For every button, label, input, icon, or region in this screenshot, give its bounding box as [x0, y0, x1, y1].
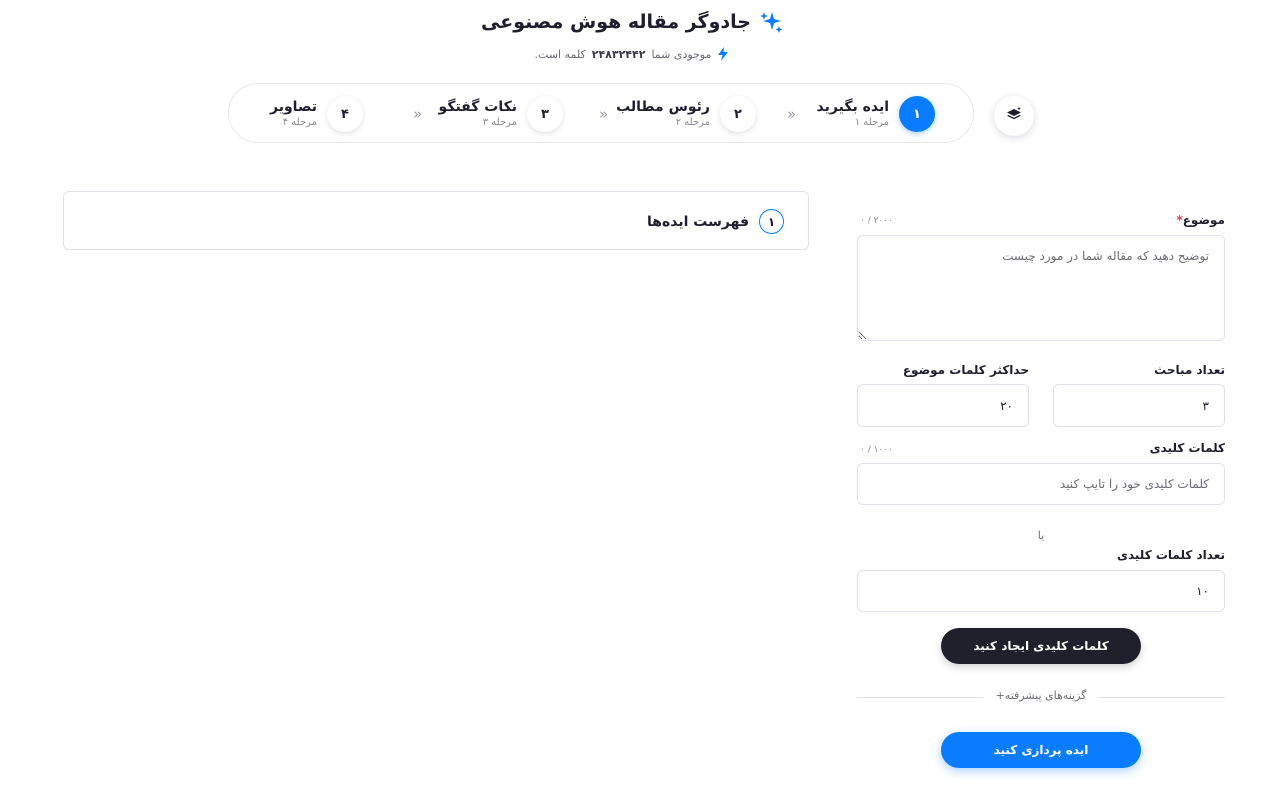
keywords-char-counter: ۰ / ۱۰۰۰	[860, 445, 893, 455]
ideas-list-title: فهرست ایده‌ها	[647, 213, 749, 230]
step-subtitle: مرحله ۴	[282, 117, 317, 128]
step-outline[interactable]: ۲ رئوس مطالب مرحله ۲	[616, 96, 756, 132]
chevron-double-left-icon: »	[599, 105, 609, 123]
topic-label: موضوع*	[1176, 213, 1225, 227]
step-subtitle: مرحله ۱	[854, 117, 889, 128]
or-separator: یا	[1037, 529, 1045, 542]
balance-suffix: کلمه است.	[534, 47, 586, 61]
step-number: ۱	[899, 96, 935, 132]
wizard-stepper: ۱ ایده بگیرید مرحله ۱ » ۲ رئوس مطالب مرح…	[228, 83, 974, 143]
step-subtitle: مرحله ۲	[675, 117, 710, 128]
ideas-number-badge: ۱	[759, 209, 784, 234]
step-number: ۳	[527, 96, 563, 132]
max-words-input[interactable]	[857, 384, 1029, 427]
generate-keywords-button[interactable]: کلمات کلیدی ایجاد کنید	[941, 628, 1141, 664]
step-title: نکات گفتگو	[438, 99, 517, 115]
sections-count-input[interactable]	[1053, 384, 1225, 427]
layers-button[interactable]	[994, 96, 1034, 136]
keyword-count-input[interactable]	[857, 570, 1225, 612]
step-title: ایده بگیرید	[816, 99, 889, 115]
step-images[interactable]: ۴ تصاویر مرحله ۴	[270, 96, 363, 132]
sparkle-icon	[759, 10, 783, 34]
chevron-double-left-icon: »	[787, 105, 797, 123]
bolt-icon	[717, 47, 729, 61]
step-talking-points[interactable]: ۳ نکات گفتگو مرحله ۳	[439, 96, 563, 132]
step-subtitle: مرحله ۳	[482, 117, 517, 128]
word-balance: موجودی شما ۲۴۸۳۲۴۴۲ کلمه است.	[535, 47, 730, 61]
sections-count-label: تعداد مباحث	[1154, 363, 1225, 377]
chevron-double-left-icon: »	[413, 105, 423, 123]
topic-char-counter: ۰ / ۲۰۰۰	[860, 216, 893, 226]
keyword-count-label: تعداد کلمات کلیدی	[1116, 548, 1225, 562]
advanced-options-toggle[interactable]: گزینه‌های پیشرفته+	[857, 689, 1225, 702]
keywords-input[interactable]	[857, 463, 1225, 505]
step-title: رئوس مطالب	[616, 99, 710, 115]
layers-icon	[1006, 106, 1022, 126]
step-number: ۲	[720, 96, 756, 132]
step-number: ۴	[327, 96, 363, 132]
balance-prefix: موجودی شما	[651, 47, 712, 61]
ideas-list-panel: ۱ فهرست ایده‌ها	[63, 191, 809, 250]
page-title-text: جادوگر مقاله هوش مصنوعی	[481, 11, 751, 33]
balance-value: ۲۴۸۳۲۴۴۲	[591, 47, 646, 61]
page-title: جادوگر مقاله هوش مصنوعی	[481, 10, 783, 34]
step-get-ideas[interactable]: ۱ ایده بگیرید مرحله ۱	[817, 96, 935, 132]
topic-textarea[interactable]	[857, 235, 1225, 341]
step-title: تصاویر	[270, 99, 317, 115]
max-words-label: حداکثر کلمات موضوع	[902, 363, 1029, 377]
keywords-label: کلمات کلیدی	[1149, 441, 1225, 455]
brainstorm-submit-button[interactable]: ایده پردازی کنید	[941, 732, 1141, 768]
